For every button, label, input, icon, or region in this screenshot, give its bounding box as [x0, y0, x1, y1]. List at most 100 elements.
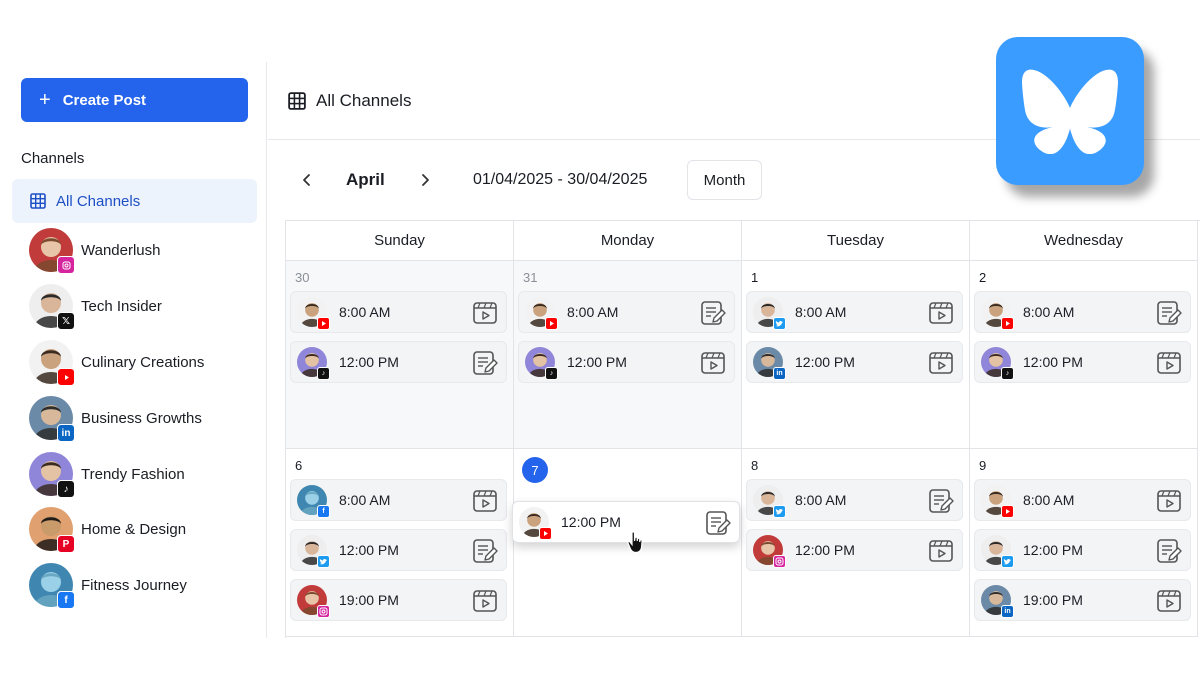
text-post-icon [472, 538, 498, 564]
text-post-icon [928, 488, 954, 514]
hand-cursor-icon [627, 531, 643, 554]
video-post-icon [700, 350, 726, 376]
post-time: 12:00 PM [795, 542, 855, 558]
sidebar-item-channel[interactable]: Wanderlush [29, 228, 160, 274]
day-number: 6 [295, 458, 303, 473]
youtube-icon [545, 317, 558, 330]
view-month-button[interactable]: Month [687, 160, 762, 200]
day-number: 8 [751, 458, 759, 473]
tiktok-icon: ♪ [1001, 367, 1014, 380]
channel-name: Business Growths [81, 409, 202, 427]
sidebar-item-channel[interactable]: P Home & Design [29, 507, 186, 553]
tiktok-icon: ♪ [545, 367, 558, 380]
channel-avatar: in [29, 396, 75, 442]
sidebar-item-channel[interactable]: Culinary Creations [29, 340, 205, 386]
sidebar-item-channel[interactable]: f Fitness Journey [29, 563, 187, 609]
linkedin-icon: in [1001, 605, 1014, 618]
day-header: Sunday [286, 221, 514, 261]
youtube-icon [1001, 505, 1014, 518]
twitter-icon [773, 317, 786, 330]
scheduled-post[interactable]: 8:00 AM [974, 291, 1191, 333]
channel-avatar: 𝕏 [29, 284, 75, 330]
post-avatar: ♪ [525, 347, 558, 380]
post-time: 8:00 AM [795, 304, 847, 320]
scheduled-post[interactable]: 12:00 PM [974, 529, 1191, 571]
video-post-icon [1156, 350, 1182, 376]
scheduled-post[interactable]: 8:00 AM [746, 479, 963, 521]
video-post-icon [1156, 488, 1182, 514]
post-time: 8:00 AM [1023, 492, 1075, 508]
scheduled-post[interactable]: ♪ 12:00 PM [518, 341, 735, 383]
scheduled-post[interactable]: 8:00 AM [290, 291, 507, 333]
create-post-button[interactable]: + Create Post [21, 78, 248, 122]
youtube-icon [317, 317, 330, 330]
youtube-icon [1001, 317, 1014, 330]
post-avatar [753, 535, 786, 568]
instagram-icon [317, 605, 330, 618]
day-header: Monday [514, 221, 742, 261]
day-number: 31 [523, 270, 538, 285]
twitter-icon [317, 555, 330, 568]
text-post-icon [1156, 300, 1182, 326]
channel-name: Fitness Journey [81, 576, 187, 594]
scheduled-post[interactable]: 12:00 PM [746, 529, 963, 571]
scheduled-post[interactable]: in 19:00 PM [974, 579, 1191, 621]
post-time: 8:00 AM [339, 304, 391, 320]
post-time: 12:00 PM [339, 542, 399, 558]
sidebar-item-all-channels[interactable]: All Channels [12, 179, 257, 223]
day-number: 9 [979, 458, 987, 473]
post-time: 12:00 PM [795, 354, 855, 370]
scheduled-post[interactable]: ♪ 12:00 PM [974, 341, 1191, 383]
post-avatar [525, 297, 558, 330]
scheduled-post[interactable]: f 8:00 AM [290, 479, 507, 521]
tiktok-icon: ♪ [317, 367, 330, 380]
plus-icon: + [39, 89, 51, 111]
post-avatar: ♪ [297, 347, 330, 380]
grid-icon [288, 91, 306, 110]
grid-icon [30, 193, 46, 209]
video-post-icon [928, 300, 954, 326]
scheduled-post[interactable]: ♪ 12:00 PM [290, 341, 507, 383]
facebook-icon: f [57, 591, 75, 609]
post-time: 19:00 PM [339, 592, 399, 608]
chevron-right-icon[interactable] [413, 168, 437, 192]
channel-avatar: P [29, 507, 75, 553]
sidebar-item-channel[interactable]: in Business Growths [29, 396, 202, 442]
scheduled-post[interactable]: in 12:00 PM [746, 341, 963, 383]
post-time: 8:00 AM [339, 492, 391, 508]
day-number: 2 [979, 270, 987, 285]
post-avatar [981, 297, 1014, 330]
today-date-badge: 7 [522, 457, 548, 483]
facebook-icon: f [317, 505, 330, 518]
post-avatar [753, 297, 786, 330]
text-post-icon [1156, 538, 1182, 564]
channel-avatar: f [29, 563, 75, 609]
post-avatar: in [753, 347, 786, 380]
post-time: 12:00 PM [567, 354, 627, 370]
post-time: 8:00 AM [1023, 304, 1075, 320]
day-number: 30 [295, 270, 310, 285]
scheduled-post[interactable]: 12:00 PM [290, 529, 507, 571]
channel-avatar: ♪ [29, 452, 75, 498]
video-post-icon [472, 588, 498, 614]
post-time: 8:00 AM [567, 304, 619, 320]
video-post-icon [928, 350, 954, 376]
scheduled-post[interactable]: 19:00 PM [290, 579, 507, 621]
channel-avatar [29, 340, 75, 386]
all-channels-label: All Channels [56, 192, 141, 210]
instagram-icon [57, 256, 75, 274]
scheduled-post[interactable]: 8:00 AM [518, 291, 735, 333]
sidebar-item-channel[interactable]: 𝕏 Tech Insider [29, 284, 162, 330]
tiktok-icon: ♪ [57, 480, 75, 498]
scheduled-post[interactable]: 8:00 AM [746, 291, 963, 333]
page-title: All Channels [316, 90, 412, 110]
post-time: 12:00 PM [1023, 542, 1083, 558]
scheduled-post[interactable]: 8:00 AM [974, 479, 1191, 521]
text-post-icon [705, 510, 731, 536]
post-avatar [519, 507, 552, 540]
sidebar-item-channel[interactable]: ♪ Trendy Fashion [29, 452, 185, 498]
channel-name: Culinary Creations [81, 353, 205, 371]
post-avatar [297, 585, 330, 618]
day-header: Tuesday [742, 221, 970, 261]
chevron-left-icon[interactable] [295, 168, 319, 192]
